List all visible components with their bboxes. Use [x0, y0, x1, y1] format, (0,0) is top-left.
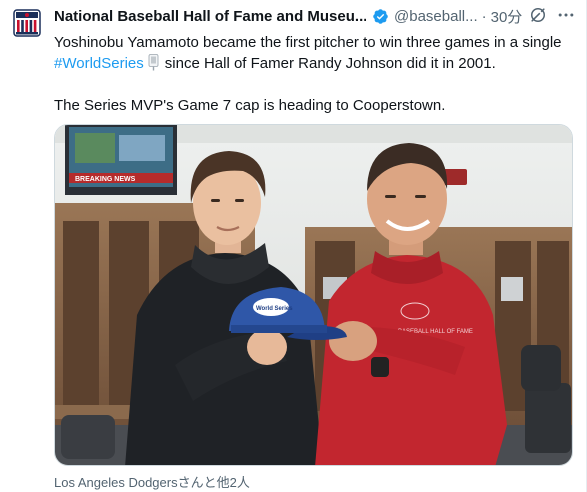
world-series-trophy-flag-icon: [148, 54, 159, 71]
post-text: Yoshinobu Yamamoto became the first pitc…: [54, 32, 579, 116]
post-photo[interactable]: BREAKING NEWS BASEBALL HALL OF FAME Worl…: [54, 124, 573, 466]
account-handle[interactable]: @baseball...: [394, 8, 478, 25]
hall-of-fame-logo-icon: [13, 9, 41, 37]
post-text-line-2-rest: since Hall of Famer Randy Johnson did it…: [164, 55, 496, 72]
more-options-icon[interactable]: [556, 5, 576, 25]
hashtag-link[interactable]: #WorldSeries: [54, 55, 144, 72]
post-text-line-2: #WorldSeries since Hall of Famer Randy J…: [54, 53, 579, 74]
display-name[interactable]: National Baseball Hall of Fame and Museu…: [54, 8, 366, 25]
account-avatar[interactable]: [10, 6, 44, 40]
tagged-users[interactable]: Los Angeles Dodgersさんと他2人: [54, 472, 250, 491]
cap-logo-text: World Series: [256, 306, 293, 312]
grok-icon[interactable]: [528, 5, 548, 25]
post-card[interactable]: National Baseball Hall of Fame and Museu…: [0, 0, 587, 492]
header-separator: ·: [481, 7, 487, 25]
verified-badge-icon[interactable]: [372, 8, 389, 25]
post-text-line-1: Yoshinobu Yamamoto became the first pitc…: [54, 34, 562, 51]
photo-illustration: BREAKING NEWS BASEBALL HALL OF FAME Worl…: [55, 125, 572, 465]
post-text-line-3: The Series MVP's Game 7 cap is heading t…: [54, 97, 446, 114]
post-header: National Baseball Hall of Fame and Museu…: [54, 4, 576, 28]
tv-caption: BREAKING NEWS: [75, 176, 136, 183]
post-timestamp[interactable]: 30分: [491, 6, 523, 27]
